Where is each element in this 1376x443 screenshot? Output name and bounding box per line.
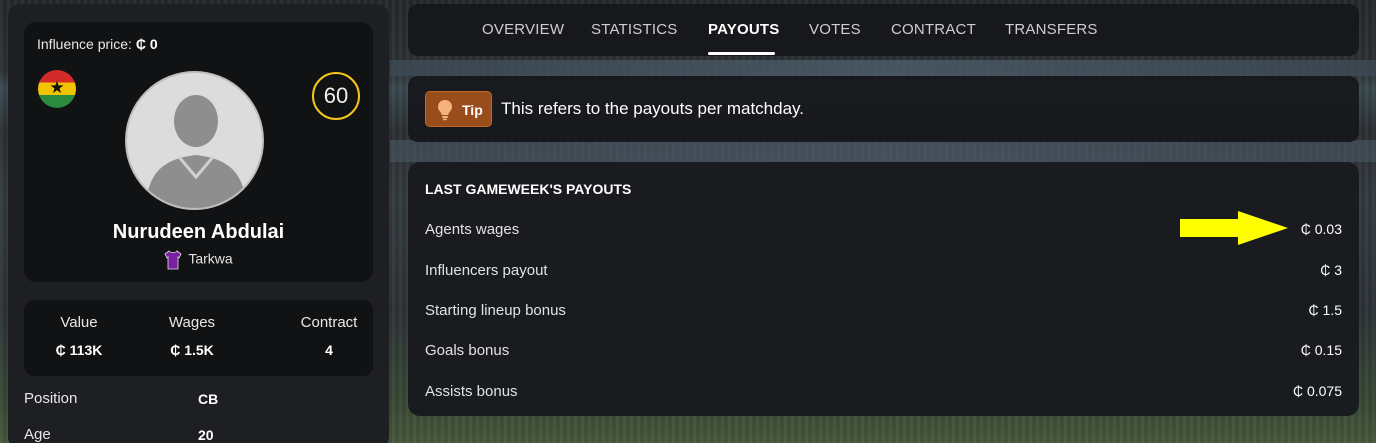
stat-number: ₵ 1.5K xyxy=(170,342,214,358)
influence-price: Influence price: ₵ 0 xyxy=(37,36,158,52)
tab-payouts[interactable]: PAYOUTS xyxy=(708,21,779,38)
star-icon: ★ xyxy=(49,78,65,97)
stat-number: ₵ 113K xyxy=(55,342,103,358)
detail-label-age: Age xyxy=(24,426,51,443)
detail-value-position: CB xyxy=(198,391,219,407)
player-panel: Influence price: ₵ 0 ★ 60 Nurudeen Abdul… xyxy=(8,4,389,443)
stat-label: Value xyxy=(60,314,98,331)
stat-value: Value ₵ 113K xyxy=(24,314,134,358)
tab-transfers[interactable]: TRANSFERS xyxy=(1005,21,1098,38)
lightbulb-icon xyxy=(438,100,452,121)
tip-badge: Tip xyxy=(425,91,492,127)
ghana-flag-icon: ★ xyxy=(38,70,76,108)
yellow-arrow-icon xyxy=(1180,211,1288,245)
currency-icon: ₵ xyxy=(135,36,146,52)
tab-overview[interactable]: OVERVIEW xyxy=(482,21,564,38)
payout-label-goals-bonus: Goals bonus xyxy=(425,342,510,359)
payout-value-goals-bonus: ₵ 0.15 xyxy=(1300,342,1342,358)
player-card: Influence price: ₵ 0 ★ 60 Nurudeen Abdul… xyxy=(24,22,373,282)
player-rating-badge: 60 xyxy=(312,72,360,120)
stadium-ad-band xyxy=(390,60,1376,76)
payout-value-agents-wages: ₵ 0.03 xyxy=(1300,221,1342,237)
tip-badge-label: Tip xyxy=(462,102,483,118)
stat-wages: Wages ₵ 1.5K xyxy=(137,314,247,358)
payout-label-agents-wages: Agents wages xyxy=(425,221,520,238)
stat-label: Wages xyxy=(168,314,216,331)
payout-value-influencers: ₵ 3 xyxy=(1320,262,1342,278)
tab-statistics[interactable]: STATISTICS xyxy=(591,21,677,38)
club-name: Tarkwa xyxy=(188,250,233,267)
tab-votes[interactable]: VOTES xyxy=(809,21,861,38)
payouts-panel: LAST GAMEWEEK'S PAYOUTS Agents wages ₵ 0… xyxy=(408,162,1359,416)
tip-box: Tip This refers to the payouts per match… xyxy=(408,76,1359,142)
player-stats: Value ₵ 113K Wages ₵ 1.5K Contract 4 xyxy=(24,300,373,376)
detail-value-age: 20 xyxy=(198,427,214,443)
detail-label-position: Position xyxy=(24,390,78,407)
payout-label-starting-lineup: Starting lineup bonus xyxy=(425,302,566,319)
person-silhouette-icon xyxy=(145,95,247,208)
payouts-title: LAST GAMEWEEK'S PAYOUTS xyxy=(425,181,632,197)
club-info[interactable]: Tarkwa xyxy=(24,250,373,270)
tab-contract[interactable]: CONTRACT xyxy=(891,21,976,38)
stat-number: 4 xyxy=(325,342,333,358)
stat-contract: Contract 4 xyxy=(274,314,384,358)
influence-price-value: 0 xyxy=(149,36,158,52)
active-tab-indicator xyxy=(708,52,775,55)
player-avatar[interactable] xyxy=(125,71,264,210)
tip-text: This refers to the payouts per matchday. xyxy=(501,99,804,118)
player-name: Nurudeen Abdulai xyxy=(112,221,285,243)
stadium-ad-band xyxy=(390,140,1376,162)
payout-label-assists-bonus: Assists bonus xyxy=(425,383,518,400)
payout-label-influencers: Influencers payout xyxy=(425,262,548,279)
payout-value-starting-lineup: ₵ 1.5 xyxy=(1308,302,1342,318)
club-shirt-icon xyxy=(164,250,182,270)
influence-price-label: Influence price: xyxy=(37,36,132,52)
payout-value-assists-bonus: ₵ 0.075 xyxy=(1292,383,1342,399)
stat-label: Contract xyxy=(300,314,358,331)
tab-bar: OVERVIEW STATISTICS PAYOUTS VOTES CONTRA… xyxy=(408,4,1359,56)
